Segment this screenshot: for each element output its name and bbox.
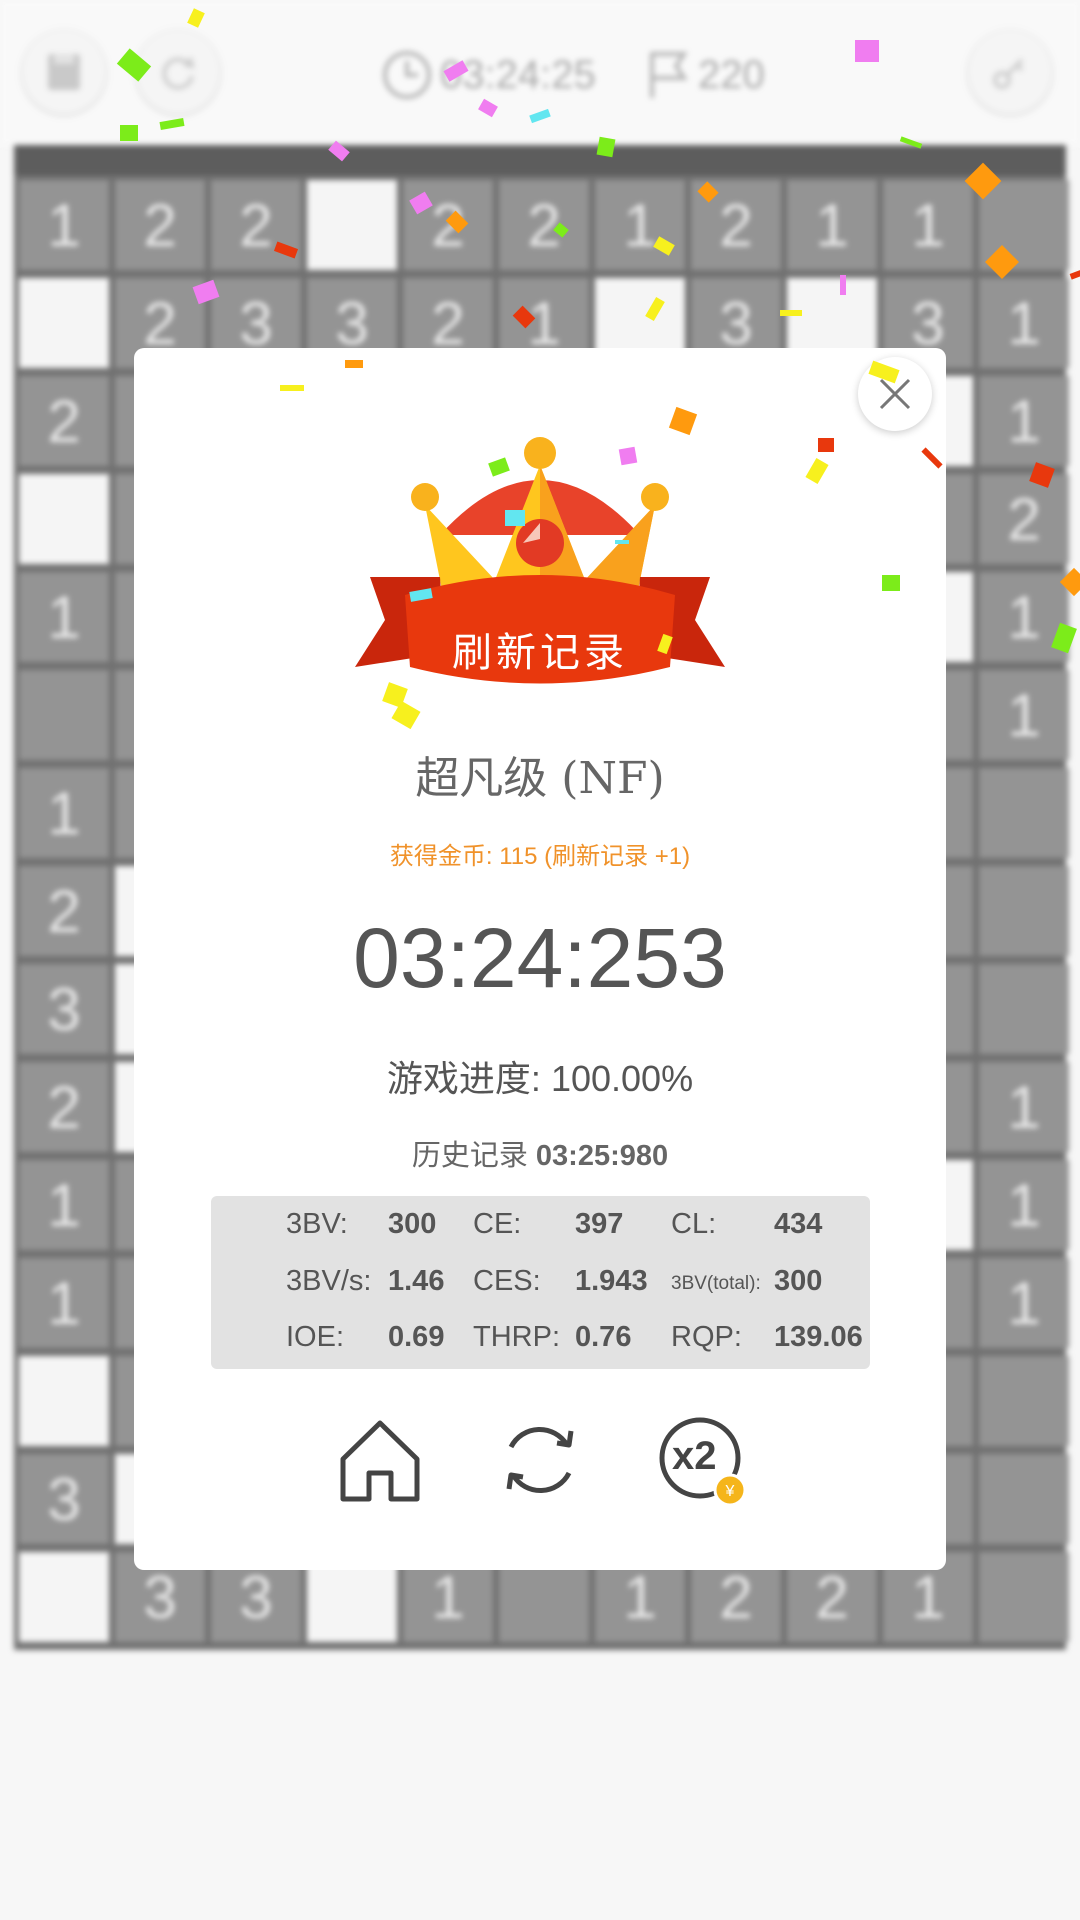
- stat-value: 139.06: [774, 1321, 863, 1353]
- stat-value: 1.943: [575, 1265, 648, 1297]
- stat-label: CES:: [473, 1265, 541, 1297]
- stat-value: 300: [774, 1265, 823, 1297]
- progress-label: 游戏进度:: [386, 1058, 541, 1099]
- progress-value: 100.00%: [550, 1058, 694, 1099]
- stats-panel: 3BV: 300 CE: 397 CL: 434 3BV/s: 1.46 CES…: [211, 1196, 870, 1369]
- stat-value: 0.76: [575, 1321, 632, 1353]
- stat-value: 1.46: [388, 1265, 445, 1297]
- stat-value: 0.69: [388, 1321, 445, 1353]
- home-icon: [340, 1420, 420, 1502]
- difficulty-level: 超凡级 (NF): [415, 753, 665, 804]
- svg-text:¥: ¥: [725, 1483, 735, 1500]
- stat-label: RQP:: [671, 1321, 742, 1353]
- double-reward-label: x2: [672, 1434, 717, 1478]
- double-reward-button[interactable]: ¥ x2: [650, 1410, 750, 1510]
- history-value: 03:25:980: [535, 1140, 669, 1172]
- stat-value: 300: [388, 1208, 437, 1240]
- stat-label: 3BV:: [286, 1208, 348, 1240]
- stat-value: 434: [774, 1208, 823, 1240]
- stat-label: CL:: [671, 1208, 717, 1240]
- close-icon: [879, 378, 911, 410]
- close-button[interactable]: [858, 357, 932, 431]
- coin-reward: 获得金币: 115 (刷新记录 +1): [389, 843, 691, 870]
- record-banner-text: 刷新记录: [452, 630, 628, 676]
- stat-label: CE:: [473, 1208, 522, 1240]
- stat-label: IOE:: [286, 1321, 345, 1353]
- stat-value: 397: [575, 1208, 624, 1240]
- home-button[interactable]: [330, 1410, 430, 1510]
- restart-button[interactable]: [490, 1410, 590, 1510]
- history-record: 历史记录 03:25:980: [134, 1132, 946, 1174]
- completion-time: 03:24:253: [353, 911, 727, 1005]
- restart-icon: [506, 1426, 574, 1494]
- game-progress: 游戏进度: 100.00%: [134, 1050, 946, 1102]
- history-label: 历史记录: [411, 1140, 528, 1172]
- stat-label: THRP:: [473, 1321, 560, 1353]
- stat-label: 3BV(total):: [671, 1273, 761, 1294]
- stat-label: 3BV/s:: [286, 1265, 372, 1297]
